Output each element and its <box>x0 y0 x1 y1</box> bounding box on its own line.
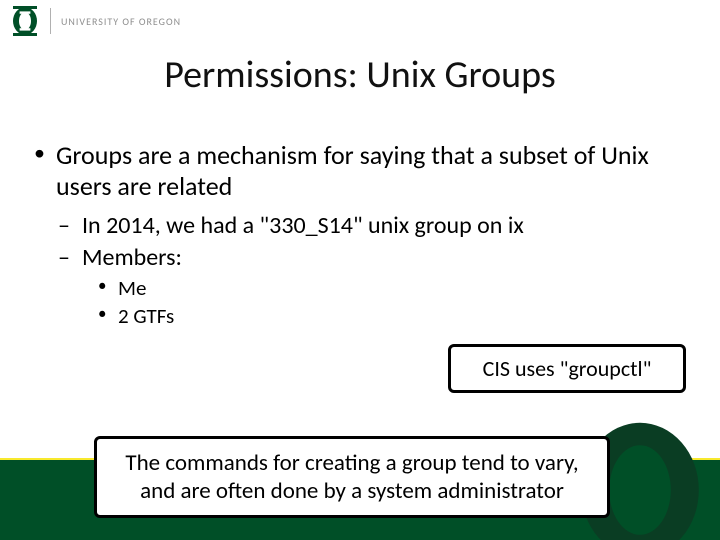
bullet-level2: Members: <box>54 243 688 273</box>
slide-header: UNIVERSITY OF OREGON <box>10 6 181 36</box>
org-name: UNIVERSITY OF OREGON <box>61 15 181 28</box>
slide: UNIVERSITY OF OREGON Permissions: Unix G… <box>0 0 720 540</box>
bullet-level3: 2 GTFs <box>96 303 688 330</box>
uo-logo-icon <box>10 6 40 36</box>
slide-title: Permissions: Unix Groups <box>0 52 720 98</box>
bullet-level3: Me <box>96 275 688 302</box>
callout-cis: CIS uses "groupctl" <box>448 344 686 393</box>
header-divider <box>50 8 51 34</box>
callout-commands: The commands for creating a group tend t… <box>94 436 610 518</box>
slide-body: Groups are a mechanism for saying that a… <box>32 140 688 330</box>
bullet-level1: Groups are a mechanism for saying that a… <box>32 140 688 201</box>
bullet-level2: In 2014, we had a "330_S14" unix group o… <box>54 211 688 241</box>
